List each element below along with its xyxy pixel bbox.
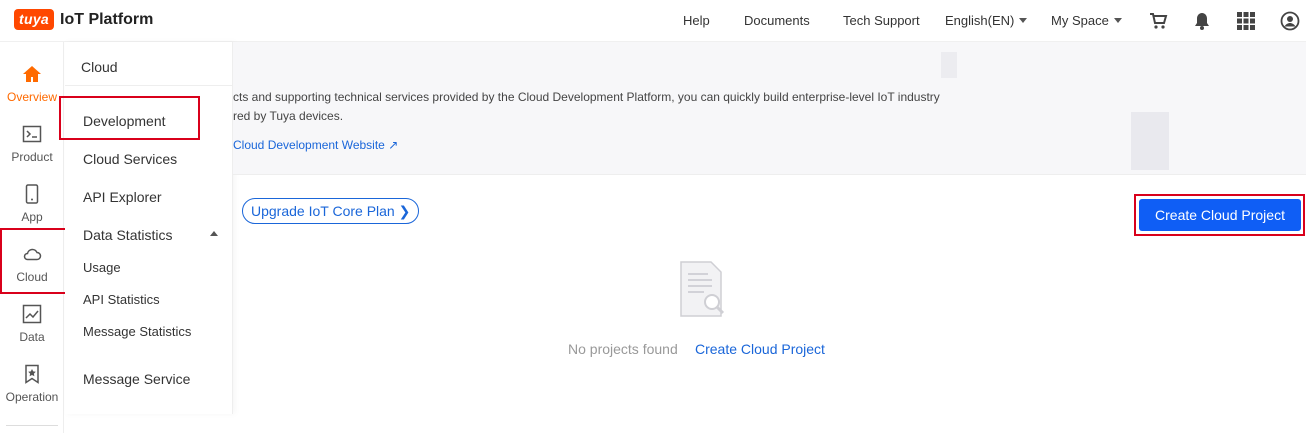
upgrade-iot-core-plan-button[interactable]: Upgrade IoT Core Plan ❯ (242, 198, 420, 224)
highlight-box-create (1134, 194, 1305, 236)
user-avatar-icon[interactable] (1280, 11, 1300, 31)
banner-text-line-2: red by Tuya devices. (233, 109, 344, 123)
submenu-title: Cloud (81, 59, 118, 75)
create-cloud-project-link[interactable]: Create Cloud Project (695, 341, 825, 357)
rail-item-overview[interactable]: Overview (0, 64, 64, 122)
top-bar: tuya IoT Platform Help Documents Tech Su… (0, 0, 1306, 42)
terminal-icon (22, 125, 42, 143)
phone-icon (25, 184, 39, 204)
bell-icon[interactable] (1192, 11, 1212, 31)
rail-item-operation[interactable]: Operation (0, 364, 64, 422)
language-label: English(EN) (945, 13, 1015, 28)
language-selector[interactable]: English(EN) (945, 13, 1028, 28)
intro-banner: cts and supporting technical services pr… (233, 42, 1306, 175)
chevron-right-icon: ❯ (398, 203, 411, 219)
submenu-item-message-statistics[interactable]: Message Statistics (83, 324, 191, 339)
rail-label: Product (11, 150, 53, 164)
empty-state-text: No projects found (568, 341, 678, 357)
chevron-up-icon[interactable] (210, 231, 218, 236)
cloud-development-website-link[interactable]: Cloud Development Website ↗ (233, 138, 398, 152)
rail-item-data[interactable]: Data (0, 304, 64, 362)
home-icon (23, 66, 41, 82)
upgrade-label: Upgrade IoT Core Plan (251, 203, 395, 219)
submenu-item-api-explorer[interactable]: API Explorer (83, 189, 162, 205)
space-selector[interactable]: My Space (1051, 13, 1122, 28)
rail-item-product[interactable]: Product (0, 124, 64, 182)
tuya-logo-badge: tuya (14, 9, 54, 30)
chevron-down-icon (1113, 18, 1122, 23)
submenu-item-cloud-services[interactable]: Cloud Services (83, 151, 177, 167)
rail-label: Operation (5, 390, 59, 404)
rail-divider (6, 425, 58, 426)
nav-documents[interactable]: Documents (744, 13, 810, 28)
banner-text-line-1: cts and supporting technical services pr… (233, 90, 940, 104)
highlight-box-development (59, 96, 200, 140)
chart-icon (22, 304, 42, 324)
decorative-block (941, 52, 957, 78)
bookmark-icon (25, 364, 39, 384)
submenu-item-message-service[interactable]: Message Service (83, 371, 190, 387)
apps-grid-icon[interactable] (1236, 11, 1256, 31)
submenu-item-usage[interactable]: Usage (83, 260, 121, 275)
nav-help[interactable]: Help (683, 13, 710, 28)
decorative-block (1131, 112, 1169, 170)
submenu-item-api-statistics[interactable]: API Statistics (83, 292, 160, 307)
logo[interactable]: tuya IoT Platform (14, 9, 153, 30)
rail-label: Overview (6, 90, 57, 104)
cart-icon[interactable] (1148, 11, 1168, 31)
rail-label: Data (19, 330, 45, 344)
nav-tech-support[interactable]: Tech Support (843, 13, 920, 28)
submenu-item-data-statistics[interactable]: Data Statistics (83, 227, 172, 243)
empty-document-icon (680, 261, 725, 317)
highlight-box-cloud (0, 228, 70, 294)
rail-label: App (21, 210, 43, 224)
submenu-divider (65, 85, 233, 86)
platform-name: IoT Platform (60, 10, 154, 28)
chevron-down-icon (1019, 18, 1028, 23)
space-label: My Space (1051, 13, 1109, 28)
